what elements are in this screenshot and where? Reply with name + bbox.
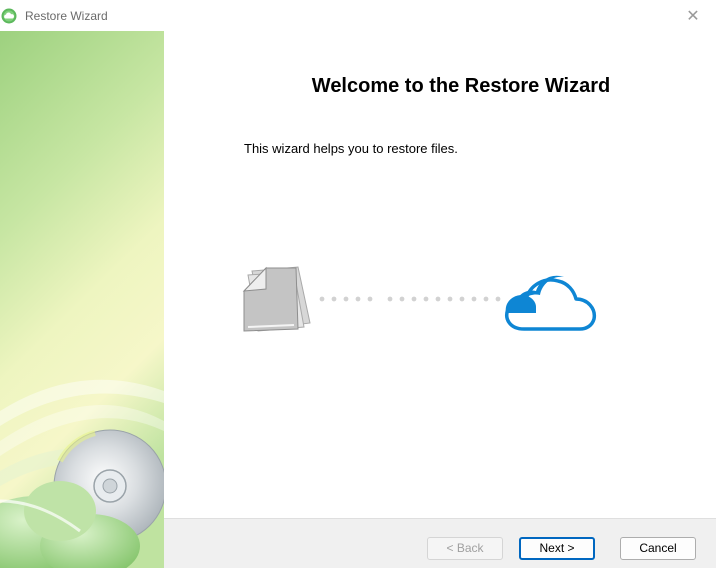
close-icon: ✕ (686, 7, 700, 25)
wizard-content: Welcome to the Restore Wizard This wizar… (164, 31, 716, 518)
back-button[interactable]: < Back (427, 537, 503, 560)
documents-icon (242, 266, 311, 332)
button-bar: < Back Next > Cancel (164, 518, 716, 568)
cloud-icon (505, 275, 597, 331)
sidebar-artwork (0, 31, 164, 568)
app-icon (1, 8, 17, 24)
dotted-connector (319, 296, 501, 302)
next-button[interactable]: Next > (519, 537, 595, 560)
window-title: Restore Wizard (25, 9, 108, 23)
cancel-button[interactable]: Cancel (620, 537, 696, 560)
close-button[interactable]: ✕ (670, 0, 716, 31)
wizard-description: This wizard helps you to restore files. (244, 141, 458, 156)
page-title: Welcome to the Restore Wizard (311, 75, 611, 97)
title-bar: Restore Wizard ✕ (0, 0, 716, 31)
restore-illustration (242, 266, 597, 332)
